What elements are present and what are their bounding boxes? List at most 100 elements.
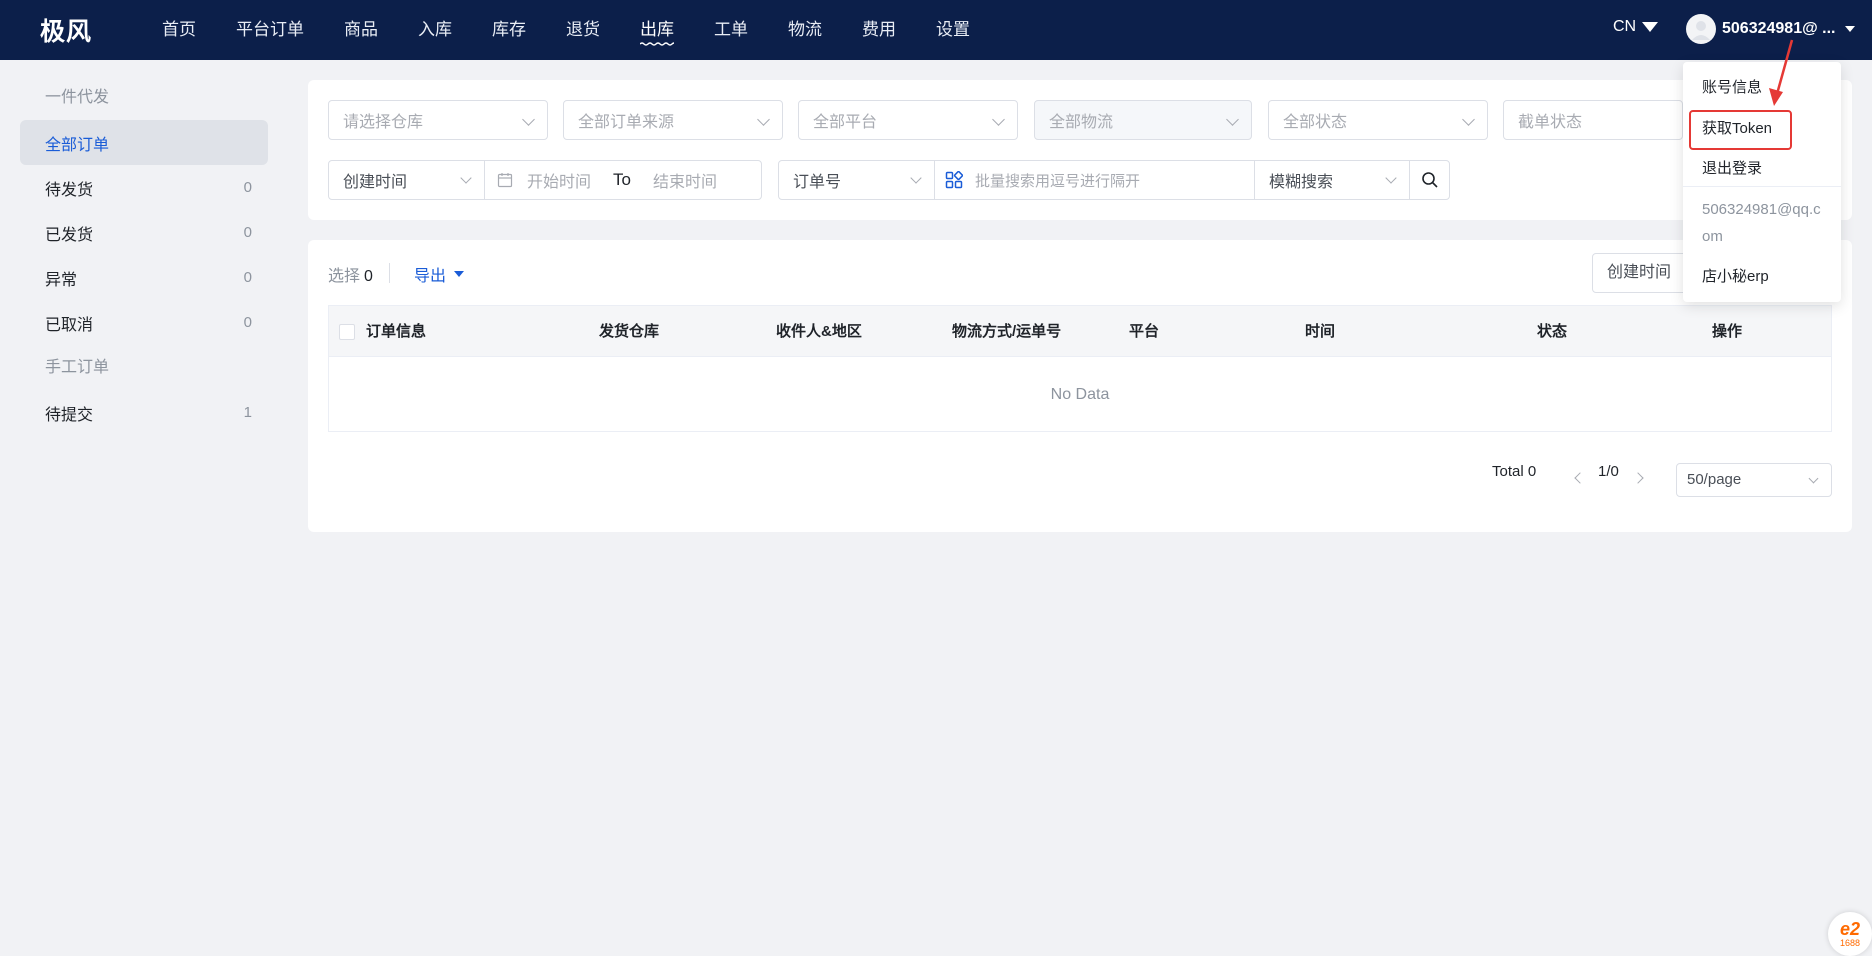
- nav-home[interactable]: 首页: [142, 0, 216, 60]
- search-button[interactable]: [1409, 161, 1449, 199]
- annotation-arrow-icon: [1769, 39, 1794, 106]
- avatar: [1686, 14, 1716, 44]
- badge-text: 1688: [1839, 938, 1861, 948]
- user-silhouette-icon: [1692, 21, 1710, 40]
- col-recipient: 收件人&地区: [776, 323, 862, 340]
- warehouse-select-placeholder: 请选择仓库: [343, 114, 424, 131]
- sidebar-item-count: 0: [243, 224, 252, 241]
- menu-shop-name[interactable]: 店小秘erp: [1702, 265, 1769, 286]
- menu-divider: [1683, 186, 1841, 187]
- calendar-icon: [497, 173, 513, 188]
- sidebar-item-cancelled[interactable]: 已取消 0: [20, 300, 268, 345]
- batch-search-input[interactable]: 批量搜索用逗号进行隔开: [934, 161, 1254, 199]
- sidebar: 一件代发 全部订单 待发货 0 已发货 0 异常 0 已取消 0 手工订单 待提…: [20, 75, 268, 435]
- nav-outbound[interactable]: 出库: [620, 0, 694, 60]
- nav-logistics[interactable]: 物流: [768, 0, 842, 60]
- menu-email: 506324981@qq.com: [1702, 201, 1821, 245]
- chevron-down-icon: [1808, 473, 1819, 484]
- active-wave-indicator: [640, 42, 674, 46]
- language-switch[interactable]: CN: [1613, 18, 1659, 36]
- nav-work-orders[interactable]: 工单: [694, 0, 768, 60]
- search-icon: [1421, 172, 1438, 188]
- sidebar-item-shipped[interactable]: 已发货 0: [20, 210, 268, 255]
- caret-down-icon: [454, 271, 465, 277]
- time-type-value: 创建时间: [343, 174, 408, 191]
- end-date-input[interactable]: 结束时间: [653, 168, 717, 192]
- chevron-down-icon: [522, 113, 535, 126]
- status-select[interactable]: 全部状态: [1268, 100, 1488, 140]
- time-type-select[interactable]: 创建时间: [329, 161, 484, 199]
- sidebar-item-label: 已发货: [45, 226, 94, 244]
- sidebar-item-count: 0: [243, 179, 252, 196]
- order-source-select[interactable]: 全部订单来源: [563, 100, 783, 140]
- match-mode-select[interactable]: 模糊搜索: [1254, 161, 1409, 199]
- chevron-down-icon: [460, 172, 472, 184]
- date-range-separator: To: [613, 170, 631, 189]
- selection-number: 0: [364, 268, 373, 285]
- cutoff-status-placeholder: 截单状态: [1518, 114, 1583, 131]
- chevron-down-icon: [1385, 172, 1397, 184]
- sidebar-item-pending-submit[interactable]: 待提交 1: [20, 390, 268, 435]
- pagination-total: Total 0: [1492, 463, 1537, 480]
- sidebar-item-label: 待发货: [45, 181, 94, 199]
- col-time: 时间: [1305, 323, 1336, 340]
- table-header: 订单信息 发货仓库 收件人&地区 物流方式/运单号 平台 时间 状态 操作: [328, 305, 1832, 357]
- caret-down-icon: [1845, 26, 1856, 32]
- export-dropdown[interactable]: 导出: [414, 262, 465, 286]
- chevron-down-icon: [757, 113, 770, 126]
- chevron-down-icon: [1462, 113, 1475, 126]
- export-label: 导出: [414, 268, 447, 285]
- sidebar-item-exception[interactable]: 异常 0: [20, 255, 268, 300]
- sidebar-item-pending-ship[interactable]: 待发货 0: [20, 165, 268, 210]
- sidebar-item-count: 0: [243, 314, 252, 331]
- col-status: 状态: [1537, 323, 1568, 340]
- nav-returns[interactable]: 退货: [546, 0, 620, 60]
- nav-settings[interactable]: 设置: [916, 0, 990, 60]
- nav-outbound-label: 出库: [640, 20, 674, 39]
- col-actions: 操作: [1712, 323, 1743, 340]
- date-range-group: 创建时间 开始时间 To 结束时间: [328, 160, 762, 200]
- order-source-placeholder: 全部订单来源: [578, 114, 675, 131]
- nav-products[interactable]: 商品: [324, 0, 398, 60]
- sidebar-item-label: 全部订单: [45, 136, 110, 154]
- table-empty-state: No Data: [328, 356, 1832, 432]
- chevron-down-icon: [910, 172, 922, 184]
- page-size-value: 50/page: [1687, 471, 1742, 488]
- status-placeholder: 全部状态: [1283, 114, 1348, 131]
- order-field-value: 订单号: [793, 174, 842, 191]
- floating-1688-badge[interactable]: e2 1688: [1828, 912, 1872, 956]
- warehouse-select[interactable]: 请选择仓库: [328, 100, 548, 140]
- sidebar-item-label: 异常: [45, 271, 78, 289]
- col-platform: 平台: [1129, 323, 1160, 340]
- col-logistics: 物流方式/运单号: [952, 323, 1062, 340]
- order-field-select[interactable]: 订单号: [779, 161, 934, 199]
- nav-inventory[interactable]: 库存: [472, 0, 546, 60]
- nav-inbound[interactable]: 入库: [398, 0, 472, 60]
- start-date-input[interactable]: 开始时间: [527, 168, 613, 192]
- search-group: 订单号 批量搜索用逗号进行隔开 模糊搜索: [778, 160, 1450, 200]
- sidebar-item-all-orders[interactable]: 全部订单: [20, 120, 268, 165]
- chevron-down-icon: [1226, 113, 1239, 126]
- batch-search-placeholder: 批量搜索用逗号进行隔开: [975, 172, 1141, 190]
- menu-logout[interactable]: 退出登录: [1702, 157, 1762, 178]
- selection-count: 选择 0: [328, 262, 373, 286]
- language-label: CN: [1613, 18, 1637, 35]
- chevron-down-icon: [992, 113, 1005, 126]
- sidebar-item-label: 已取消: [45, 316, 94, 334]
- platform-select[interactable]: 全部平台: [798, 100, 1018, 140]
- top-navbar: 极风 首页 平台订单 商品 入库 库存 退货 出库 工单 物流 费用 设置 CN…: [0, 0, 1872, 60]
- match-mode-value: 模糊搜索: [1269, 174, 1334, 191]
- selection-label: 选择: [328, 268, 361, 285]
- toolbar-divider: [389, 263, 390, 283]
- select-all-checkbox[interactable]: [339, 324, 355, 340]
- token-highlight-box: [1689, 110, 1792, 150]
- page-size-select[interactable]: 50/page: [1676, 463, 1832, 497]
- menu-account-info[interactable]: 账号信息: [1702, 76, 1762, 97]
- cutoff-status-select[interactable]: 截单状态: [1503, 100, 1683, 140]
- nav-fees[interactable]: 费用: [842, 0, 916, 60]
- logistics-select[interactable]: 全部物流: [1034, 100, 1252, 140]
- nav-platform-orders[interactable]: 平台订单: [216, 0, 324, 60]
- date-range-picker[interactable]: 开始时间 To 结束时间: [484, 161, 761, 199]
- sidebar-group-manual: 手工订单: [45, 359, 110, 376]
- app-logo[interactable]: 极风: [40, 12, 142, 48]
